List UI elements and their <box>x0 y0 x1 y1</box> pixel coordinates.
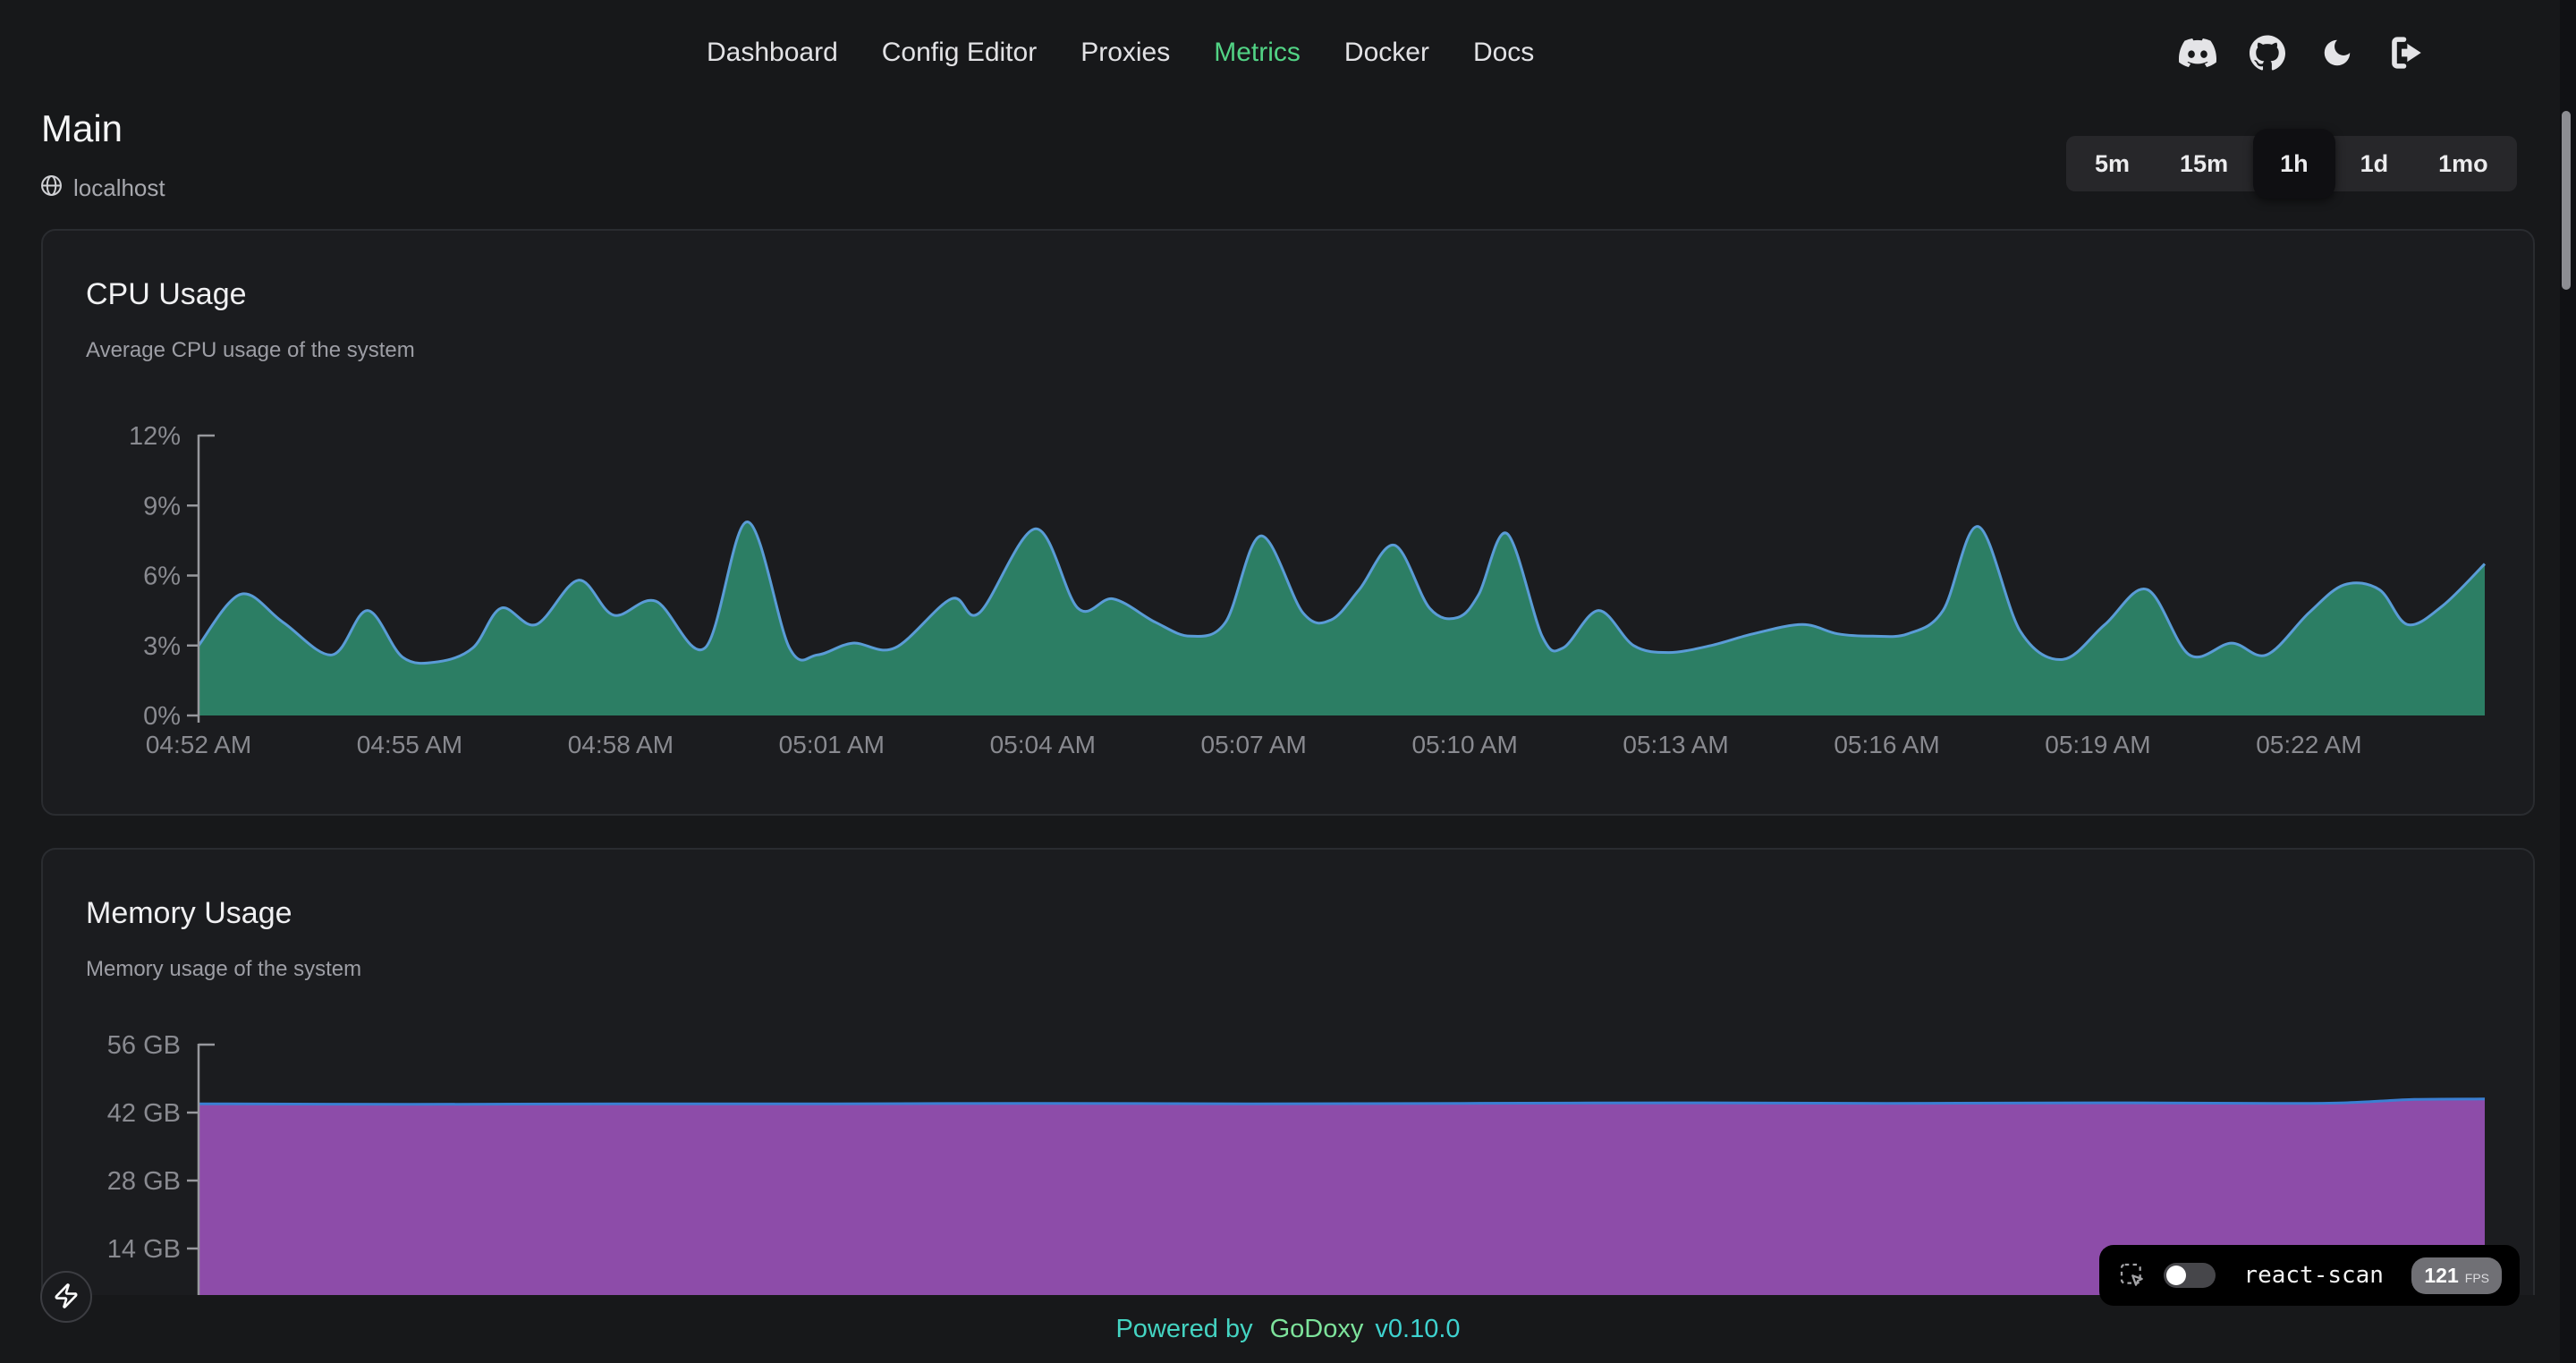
nav-item-docs[interactable]: Docs <box>1473 38 1534 68</box>
discord-icon[interactable] <box>2179 34 2216 72</box>
nav-item-docker[interactable]: Docker <box>1344 38 1429 68</box>
theme-toggle-moon-icon[interactable] <box>2318 34 2356 72</box>
host-label: localhost <box>73 174 165 202</box>
svg-text:05:19 AM: 05:19 AM <box>2045 731 2150 758</box>
inspect-element-icon[interactable] <box>2117 1260 2148 1291</box>
svg-text:3%: 3% <box>143 632 181 661</box>
footer-version: v0.10.0 <box>1375 1315 1460 1344</box>
time-range-5m[interactable]: 5m <box>2070 136 2155 191</box>
cpu-usage-chart: 12% 9% 6% 3% 0%04:52 AM 04:55 AM 04:58 AM 05:01… <box>54 411 2522 796</box>
memory-card-subtitle: Memory usage of the system <box>86 957 361 982</box>
svg-text:56 GB: 56 GB <box>107 1031 181 1060</box>
svg-text:42 GB: 42 GB <box>107 1099 181 1128</box>
top-nav: Dashboard Config Editor Proxies Metrics … <box>707 0 1534 106</box>
svg-text:05:10 AM: 05:10 AM <box>1411 731 1517 758</box>
fps-unit: FPS <box>2465 1271 2489 1285</box>
time-range-1d[interactable]: 1d <box>2335 136 2414 191</box>
footer-powered-by: Powered by <box>1115 1315 1252 1344</box>
footer-godoxy-link[interactable]: GoDoxy <box>1270 1315 1364 1344</box>
svg-text:28 GB: 28 GB <box>107 1167 181 1196</box>
time-range-selector: 5m 15m 1h 1d 1mo <box>2066 136 2517 191</box>
top-icon-bar <box>2179 0 2426 106</box>
cpu-card-subtitle: Average CPU usage of the system <box>86 338 415 363</box>
nav-item-metrics[interactable]: Metrics <box>1214 38 1301 68</box>
time-range-15m[interactable]: 15m <box>2155 136 2253 191</box>
svg-text:04:55 AM: 04:55 AM <box>357 731 462 758</box>
react-scan-toggle[interactable] <box>2164 1263 2216 1288</box>
svg-text:04:58 AM: 04:58 AM <box>568 731 674 758</box>
svg-text:6%: 6% <box>143 563 181 591</box>
globe-icon <box>39 174 64 202</box>
svg-text:14 GB: 14 GB <box>107 1235 181 1264</box>
logout-icon[interactable] <box>2388 34 2426 72</box>
github-icon[interactable] <box>2249 34 2286 72</box>
svg-text:05:04 AM: 05:04 AM <box>990 731 1096 758</box>
nav-item-config-editor[interactable]: Config Editor <box>882 38 1037 68</box>
cpu-card-title: CPU Usage <box>86 277 247 312</box>
svg-text:05:22 AM: 05:22 AM <box>2256 731 2361 758</box>
nav-item-proxies[interactable]: Proxies <box>1080 38 1170 68</box>
react-scan-widget: react-scan 121 FPS <box>2099 1245 2520 1306</box>
time-range-1h[interactable]: 1h <box>2253 129 2335 199</box>
godoxy-metrics-page: Dashboard Config Editor Proxies Metrics … <box>0 0 2576 1363</box>
svg-text:0%: 0% <box>143 702 181 731</box>
zap-button[interactable] <box>40 1271 92 1323</box>
nav-item-dashboard[interactable]: Dashboard <box>707 38 838 68</box>
svg-text:05:07 AM: 05:07 AM <box>1201 731 1307 758</box>
svg-text:05:16 AM: 05:16 AM <box>1834 731 1939 758</box>
svg-text:04:52 AM: 04:52 AM <box>146 731 251 758</box>
toggle-knob <box>2166 1266 2186 1285</box>
svg-text:12%: 12% <box>129 422 181 451</box>
svg-text:9%: 9% <box>143 492 181 521</box>
zap-icon <box>53 1283 80 1312</box>
scrollbar-thumb[interactable] <box>2562 111 2571 290</box>
time-range-1mo[interactable]: 1mo <box>2413 136 2513 191</box>
host-row: localhost <box>39 174 165 202</box>
fps-badge: 121 FPS <box>2411 1257 2502 1294</box>
react-scan-label: react-scan <box>2232 1262 2395 1289</box>
page-title: Main <box>41 107 123 150</box>
svg-text:05:13 AM: 05:13 AM <box>1623 731 1728 758</box>
svg-text:05:01 AM: 05:01 AM <box>779 731 885 758</box>
fps-value: 121 <box>2424 1264 2458 1288</box>
memory-card-title: Memory Usage <box>86 896 292 931</box>
